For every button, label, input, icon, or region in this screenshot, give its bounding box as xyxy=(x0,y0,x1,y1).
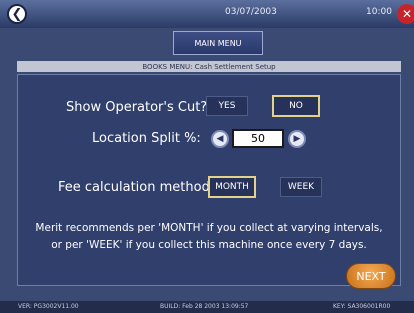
operator-cut-label: Show Operator's Cut? xyxy=(66,100,208,115)
decrement-button[interactable]: ◀ xyxy=(211,130,229,148)
key-text: KEY: SA306001R00 xyxy=(333,303,391,310)
recommendation-text: Merit recommends per 'MONTH' if you coll… xyxy=(18,220,400,254)
recommendation-line-2: or per 'WEEK' if you collect this machin… xyxy=(51,239,367,251)
close-button[interactable]: ✕ xyxy=(397,4,414,24)
top-bar: ❮ 03/07/2003 10:00 ✕ xyxy=(0,0,414,28)
arrow-right-icon: ▶ xyxy=(293,134,301,144)
location-split-label: Location Split %: xyxy=(92,131,201,146)
close-icon: ✕ xyxy=(401,7,413,21)
footer-bar: VER: PG3002V11.00 BUILD: Feb 28 2003 13:… xyxy=(0,301,414,313)
time-display: 10:00 xyxy=(366,7,392,17)
increment-button[interactable]: ▶ xyxy=(288,130,306,148)
next-button[interactable]: NEXT xyxy=(346,263,396,289)
fee-method-month-button[interactable]: MONTH xyxy=(208,176,256,198)
recommendation-line-1: Merit recommends per 'MONTH' if you coll… xyxy=(35,222,383,234)
version-text: VER: PG3002V11.00 xyxy=(18,303,79,310)
date-display: 03/07/2003 xyxy=(225,7,277,17)
breadcrumb: BOOKS MENU: Cash Settlement Setup xyxy=(17,61,401,72)
location-split-value[interactable]: 50 xyxy=(232,129,284,148)
build-text: BUILD: Feb 28 2003 13:09:57 xyxy=(160,303,249,310)
arrow-left-icon: ◀ xyxy=(216,134,224,144)
fee-method-label: Fee calculation method: xyxy=(58,180,215,195)
main-menu-button[interactable]: MAIN MENU xyxy=(173,31,263,55)
back-button[interactable]: ❮ xyxy=(7,4,27,24)
operator-cut-no-button[interactable]: NO xyxy=(272,95,320,117)
chevron-left-icon: ❮ xyxy=(11,6,23,22)
fee-method-week-button[interactable]: WEEK xyxy=(280,177,322,197)
operator-cut-yes-button[interactable]: YES xyxy=(206,96,248,116)
